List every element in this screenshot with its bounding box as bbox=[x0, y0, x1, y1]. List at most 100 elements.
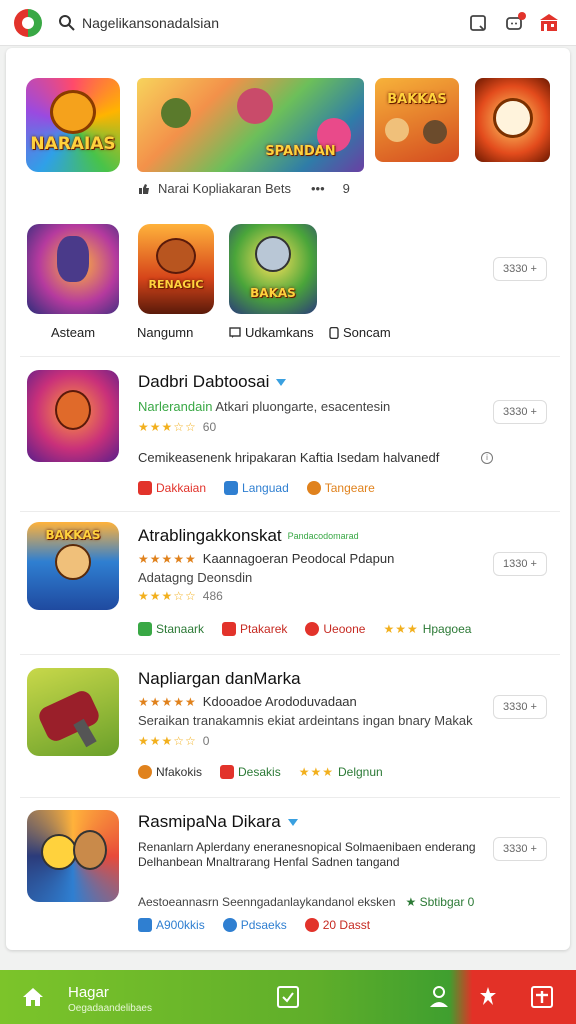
featured-app-tile[interactable]: BAKKAS bbox=[375, 78, 459, 162]
install-count-pill[interactable]: 3330 + bbox=[493, 695, 547, 719]
category-label-nangumn[interactable]: Nangumn bbox=[137, 325, 193, 340]
tag-label: Dakkaian bbox=[156, 481, 207, 495]
search-bar[interactable] bbox=[58, 11, 438, 35]
tag[interactable]: Nfakokis bbox=[138, 765, 202, 779]
tile-word: BAKKAS bbox=[387, 92, 447, 107]
tag-label: Tangeare bbox=[324, 481, 375, 495]
install-count-pill[interactable]: 1330 + bbox=[493, 552, 547, 576]
tag[interactable]: Pdsaeks bbox=[222, 918, 287, 932]
app-title[interactable]: RasmipaNa Dikara bbox=[138, 812, 299, 832]
tag[interactable]: Ueoone bbox=[305, 622, 365, 636]
rating-stars: ★★★☆☆ bbox=[138, 734, 197, 748]
app-tags: Dakkaian Languad Tangeare bbox=[138, 481, 375, 495]
coin-icon bbox=[305, 622, 320, 636]
category-udkamkans[interactable]: Udkamkans bbox=[229, 325, 314, 340]
banner-word: SPANDAN bbox=[265, 144, 336, 159]
rating: ★★★☆☆ 486 bbox=[138, 589, 223, 603]
install-count-pill[interactable]: 3330 + bbox=[493, 257, 547, 281]
app-icon[interactable] bbox=[27, 810, 119, 902]
coin-icon bbox=[138, 765, 152, 779]
tag[interactable]: 20 Dasst bbox=[304, 918, 371, 932]
app-icon[interactable] bbox=[27, 370, 119, 462]
notification-badge bbox=[518, 12, 526, 20]
rating-stars: ★★★☆☆ bbox=[138, 420, 197, 434]
content-card: NARAIAS SPANDAN BAKKAS Narai Kopliakaran… bbox=[6, 48, 570, 950]
app-title-text: Dadbri Dabtoosai bbox=[138, 372, 270, 391]
rating-count: 0 bbox=[202, 734, 210, 748]
install-count-pill[interactable]: 3330 + bbox=[493, 400, 547, 424]
featured-banner[interactable]: SPANDAN bbox=[137, 78, 364, 172]
bottom-nav: Hagar Oegadaandelibaes bbox=[0, 970, 576, 1024]
install-count-pill[interactable]: 3330 + bbox=[493, 837, 547, 861]
tag[interactable]: Tangeare bbox=[306, 481, 375, 495]
top-bar bbox=[0, 0, 576, 46]
tag[interactable]: Stanaark bbox=[138, 622, 204, 636]
rating-count: 60 bbox=[202, 420, 217, 434]
settings-icon[interactable] bbox=[475, 984, 501, 1010]
tag[interactable]: Dakkaian bbox=[138, 481, 206, 495]
extra-text: Aestoeannasrn Seenngadanlaykandanol eksk… bbox=[138, 895, 396, 909]
app-subtitle-text: Kaannagoeran Peodocal Pdapun bbox=[202, 551, 395, 566]
tag[interactable]: Ptakarek bbox=[222, 622, 287, 636]
tag-label: Ptakarek bbox=[240, 622, 288, 636]
tile-word: BAKKAS bbox=[45, 528, 101, 542]
store-icon[interactable] bbox=[537, 11, 561, 35]
app-subtitle: Adatagng Deonsdin bbox=[138, 570, 253, 585]
chat-icon bbox=[229, 326, 241, 338]
category-label: Soncam bbox=[343, 325, 391, 340]
coin-icon bbox=[306, 481, 321, 495]
bookmark-icon[interactable] bbox=[466, 11, 490, 35]
globe-icon bbox=[224, 481, 239, 495]
tag[interactable]: ★★★ Hpagoea bbox=[383, 622, 471, 636]
tag-label: Pdsaeks bbox=[240, 918, 287, 932]
apps-icon[interactable] bbox=[275, 984, 301, 1010]
app-icon[interactable] bbox=[27, 668, 119, 756]
app-description: Renanlarn Aplerdany eneranesnopical Solm… bbox=[138, 840, 476, 869]
tag-label: Stanaark bbox=[156, 622, 205, 636]
info-icon bbox=[222, 918, 237, 932]
search-icon bbox=[59, 15, 75, 31]
tag[interactable]: Languad bbox=[224, 481, 289, 495]
tag-stars: ★★★ bbox=[383, 622, 419, 636]
app-icon[interactable]: BAKKAS bbox=[27, 522, 119, 610]
thumbs-up-icon bbox=[139, 183, 149, 194]
tag[interactable]: Desakis bbox=[220, 765, 281, 779]
divider bbox=[20, 356, 560, 357]
tag-label: 20 Dasst bbox=[322, 918, 371, 932]
heart-icon bbox=[138, 481, 152, 495]
extra-tag-label: Sbtibgar 0 bbox=[419, 895, 475, 909]
app-title[interactable]: Atrablingakkonskat Pandacodomarad bbox=[138, 526, 359, 546]
featured-app-tile[interactable] bbox=[475, 78, 550, 162]
app-subtitle-text: Atkari pluongarte, esacentesin bbox=[215, 399, 391, 414]
search-input[interactable] bbox=[82, 15, 422, 31]
app-logo[interactable] bbox=[14, 9, 42, 37]
divider bbox=[20, 511, 560, 512]
category-soncam[interactable]: Soncam bbox=[329, 325, 391, 340]
map-icon bbox=[138, 622, 152, 636]
category-tile-asteam[interactable] bbox=[27, 224, 119, 314]
add-icon[interactable] bbox=[529, 984, 555, 1010]
info-icon[interactable]: i bbox=[481, 452, 493, 464]
notifications-icon[interactable] bbox=[502, 11, 526, 35]
category-label-asteam[interactable]: Asteam bbox=[51, 325, 95, 340]
app-title[interactable]: Dadbri Dabtoosai bbox=[138, 372, 287, 392]
title-suffix: Pandacodomarad bbox=[287, 531, 359, 541]
home-icon[interactable] bbox=[20, 984, 46, 1010]
app-title[interactable]: Napliargan danMarka bbox=[138, 669, 301, 689]
category-tile-udkamkans[interactable]: BAKAS bbox=[229, 224, 317, 314]
tag-label: Languad bbox=[242, 481, 289, 495]
extra-tag[interactable]: ★ Sbtibgar 0 bbox=[406, 895, 475, 909]
app-subtitle: Seraikan tranakamnis ekiat ardeintans in… bbox=[138, 713, 473, 728]
rating-count: 486 bbox=[202, 589, 223, 603]
tag[interactable]: ★★★ Delgnun bbox=[299, 765, 383, 779]
profile-icon[interactable] bbox=[426, 984, 452, 1010]
tile-word: NARAIAS bbox=[30, 134, 116, 154]
rating: ★★★☆☆ 60 bbox=[138, 420, 216, 434]
more-icon[interactable]: ••• bbox=[311, 181, 325, 196]
tag[interactable]: A900kkis bbox=[138, 918, 205, 932]
featured-app-tile[interactable]: NARAIAS bbox=[26, 78, 120, 172]
home-label[interactable]: Hagar bbox=[68, 984, 109, 1001]
category-tile-nangumn[interactable]: RENAGIC bbox=[138, 224, 214, 314]
app-subtitle-text: Kdooadoe Arododuvadaan bbox=[202, 694, 357, 709]
app-subtitle: Narlerandain Atkari pluongarte, esacente… bbox=[138, 399, 390, 414]
